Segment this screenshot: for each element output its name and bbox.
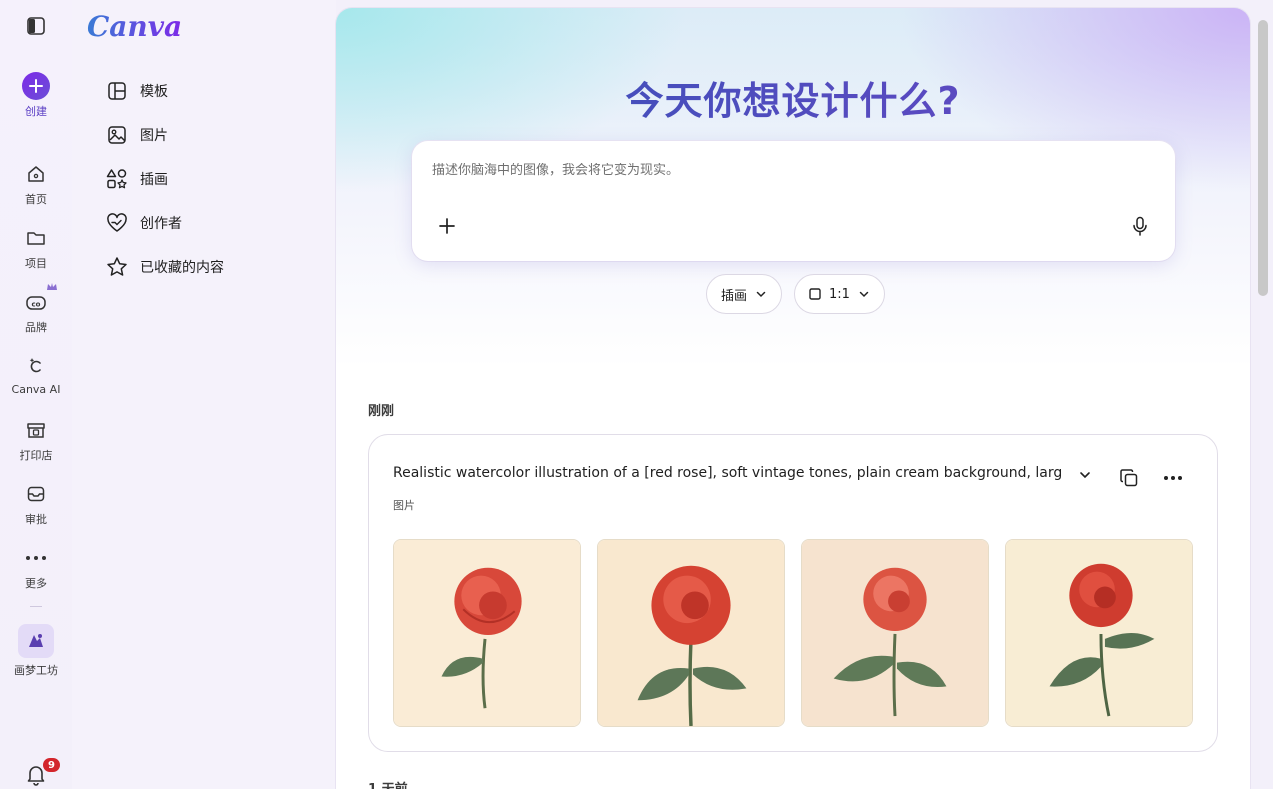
sidebar-item-label: 插画 — [140, 172, 168, 188]
main-panel: 今天你想设计什么? 插画 1:1 刚刚 Realistic watercolor… — [336, 8, 1250, 789]
rail-item-label: 项目 — [25, 257, 47, 270]
more-icon — [1164, 476, 1182, 480]
page-scrollbar[interactable] — [1258, 20, 1268, 296]
folder-icon — [22, 224, 50, 252]
rail-item-print-shop[interactable]: 打印店 — [0, 416, 72, 463]
sidebar-item-favorites[interactable]: 已收藏的内容 — [106, 253, 224, 281]
rose-image — [598, 540, 784, 726]
star-icon — [106, 256, 128, 278]
rose-image — [1006, 540, 1192, 726]
more-options-button[interactable] — [1161, 467, 1185, 489]
more-icon — [22, 544, 50, 572]
add-attachment-button[interactable] — [436, 215, 458, 237]
illustration-icon — [106, 168, 128, 190]
rose-image — [394, 540, 580, 726]
sidebar-toggle-icon[interactable] — [26, 16, 46, 36]
sidebar-item-creators[interactable]: 创作者 — [106, 209, 182, 237]
style-dropdown[interactable]: 插画 — [706, 274, 783, 314]
generated-image-4[interactable] — [1005, 539, 1193, 727]
inbox-icon — [22, 480, 50, 508]
svg-text:co: co — [32, 301, 41, 309]
rail-item-label: 品牌 — [25, 321, 47, 334]
generated-image-3[interactable] — [801, 539, 989, 727]
rail-item-canva-ai[interactable]: Canva AI — [0, 352, 72, 396]
generated-image-1[interactable] — [393, 539, 581, 727]
crown-icon — [46, 282, 58, 295]
create-label: 创建 — [25, 105, 47, 118]
sidebar-item-label: 模板 — [140, 84, 168, 100]
plus-icon — [22, 72, 50, 100]
square-ratio-icon — [809, 288, 821, 300]
section-label-now: 刚刚 — [368, 404, 395, 419]
copy-icon — [1120, 469, 1138, 487]
section-label-older: 1 天前 — [368, 778, 408, 789]
rail-item-label: 画梦工坊 — [14, 664, 58, 677]
rail-item-label: 审批 — [25, 513, 47, 526]
canva-logo[interactable]: Canva — [87, 10, 182, 43]
sidebar-item-templates[interactable]: 模板 — [106, 77, 168, 105]
rail-item-label: 打印店 — [19, 449, 53, 462]
template-icon — [106, 80, 128, 102]
creator-heart-icon — [106, 212, 128, 234]
image-icon — [106, 124, 128, 146]
rail-item-approvals[interactable]: 审批 — [0, 480, 72, 527]
brand-icon: co — [22, 283, 57, 316]
rail-item-label: 更多 — [25, 577, 47, 590]
style-dropdown-value: 插画 — [721, 288, 748, 304]
sidebar-item-label: 创作者 — [140, 216, 182, 232]
rail-item-label: 首页 — [25, 193, 47, 206]
sidebar-item-label: 已收藏的内容 — [140, 260, 224, 276]
rail-divider — [30, 606, 42, 607]
left-rail: 创建 首页 项目 co 品牌 Canva AI 打印店 审批 更多 画梦工坊 9 — [0, 0, 72, 789]
rail-item-more[interactable]: 更多 — [0, 544, 72, 591]
generation-prompt[interactable]: Realistic watercolor illustration of a [… — [393, 465, 1063, 481]
home-icon — [22, 160, 50, 188]
chevron-down-icon — [859, 291, 869, 298]
notification-badge: 9 — [42, 757, 61, 773]
rail-item-projects[interactable]: 项目 — [0, 224, 72, 271]
generation-type: 图片 — [393, 499, 415, 512]
rose-image — [802, 540, 988, 726]
sidebar-item-label: 图片 — [140, 128, 168, 144]
expand-prompt-button[interactable] — [1075, 465, 1095, 485]
secondary-sidebar: Canva 模板 图片 插画 创作者 已收藏的内容 — [72, 0, 336, 789]
aspect-ratio-dropdown[interactable]: 1:1 — [794, 274, 885, 314]
rail-item-brand[interactable]: co 品牌 — [0, 283, 72, 335]
microphone-icon — [1133, 216, 1147, 236]
chevron-down-icon — [756, 291, 766, 298]
plus-icon — [439, 218, 455, 234]
generated-image-2[interactable] — [597, 539, 785, 727]
rail-item-dream-lab[interactable]: 画梦工坊 — [0, 624, 72, 678]
dream-lab-icon — [18, 624, 54, 658]
prompt-box — [412, 141, 1175, 261]
aspect-ratio-value: 1:1 — [829, 286, 850, 302]
copy-prompt-button[interactable] — [1118, 467, 1140, 489]
chevron-down-icon — [1080, 472, 1090, 479]
generation-card: Realistic watercolor illustration of a [… — [368, 434, 1218, 752]
rail-item-label: Canva AI — [11, 383, 61, 396]
rail-item-home[interactable]: 首页 — [0, 160, 72, 207]
print-shop-icon — [22, 416, 50, 444]
prompt-input[interactable] — [432, 163, 1132, 178]
canva-ai-icon — [22, 352, 50, 380]
create-button[interactable]: 创建 — [0, 72, 72, 119]
sidebar-item-illustrations[interactable]: 插画 — [106, 165, 168, 193]
microphone-button[interactable] — [1129, 215, 1151, 237]
page-title: 今天你想设计什么? — [336, 70, 1250, 125]
sidebar-item-images[interactable]: 图片 — [106, 121, 168, 149]
